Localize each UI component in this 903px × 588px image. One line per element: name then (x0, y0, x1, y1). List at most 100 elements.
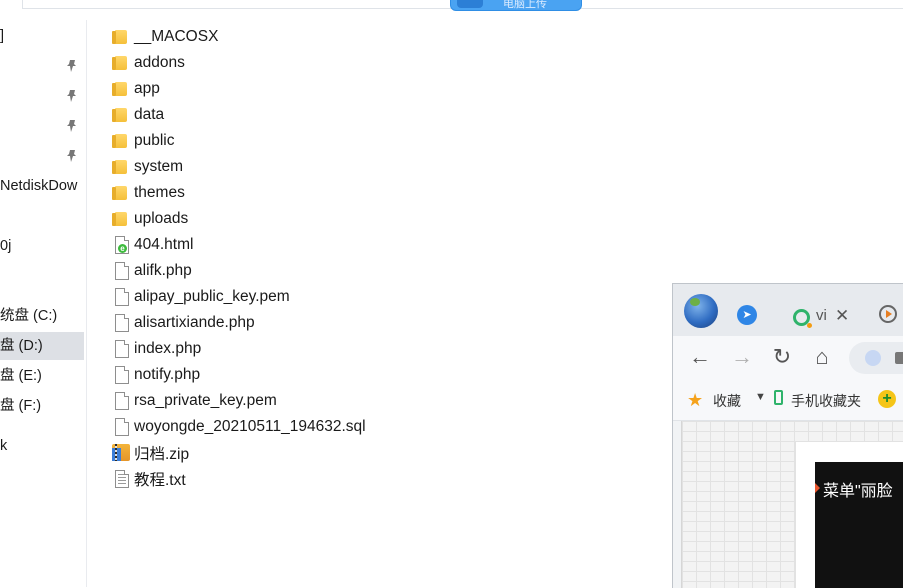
folder-icon (111, 131, 131, 151)
nav-item[interactable]: 0j (0, 232, 84, 260)
browser-logo-icon[interactable] (684, 294, 718, 328)
file-name: app (134, 80, 160, 97)
nav-item[interactable]: NetdiskDow (0, 172, 84, 200)
nav-item-label: 统盘 (C:) (0, 308, 58, 324)
nav-item[interactable]: 盘 (D:) (0, 332, 84, 360)
nav-item[interactable] (0, 142, 84, 170)
file-item[interactable]: uploads (111, 206, 188, 232)
file-item[interactable]: rsa_private_key.pem (111, 388, 277, 414)
nav-item-label: 盘 (F:) (0, 398, 42, 414)
folder-icon (111, 209, 131, 229)
file-item[interactable]: notify.php (111, 362, 200, 388)
bookmarks-bar: ★ 收藏 ▼ 手机收藏夹 + (673, 380, 903, 421)
pin-icon[interactable] (66, 89, 78, 103)
nav-item[interactable] (0, 112, 84, 140)
nav-item-label: k (0, 438, 8, 454)
file-name: notify.php (134, 366, 201, 383)
file-item[interactable]: woyongde_20210511_194632.sql (111, 414, 366, 440)
upload-button[interactable]: 电脑上传 (450, 0, 582, 11)
upload-button-label: 电脑上传 (503, 0, 547, 10)
file-icon (111, 391, 131, 411)
address-bar[interactable] (849, 342, 903, 374)
mobile-phone-icon (774, 390, 783, 405)
navigation-arrow-icon[interactable]: ➤ (737, 305, 757, 325)
file-item[interactable]: alisartixiande.php (111, 310, 255, 336)
file-icon (111, 261, 131, 281)
page-content: 菜单"丽脸 (681, 421, 903, 588)
file-name: alipay_public_key.pem (134, 288, 290, 305)
file-item[interactable]: addons (111, 50, 185, 76)
file-item[interactable]: 归档.zip (111, 440, 189, 466)
file-item[interactable]: system (111, 154, 183, 180)
folder-icon (111, 157, 131, 177)
file-item[interactable]: index.php (111, 336, 201, 362)
favorites-dropdown-icon[interactable]: ▼ (755, 391, 766, 403)
content-card: 菜单"丽脸 (795, 441, 903, 588)
nav-item[interactable]: 盘 (F:) (0, 392, 84, 420)
star-icon[interactable]: ★ (687, 391, 703, 409)
forward-icon[interactable]: → (729, 344, 755, 370)
baidu-cloud-icon (457, 0, 483, 8)
nav-item-label: 0j (0, 238, 12, 254)
pin-icon[interactable] (66, 59, 78, 73)
text-file-icon (111, 469, 131, 489)
file-name: themes (134, 184, 185, 201)
add-bookmark-icon[interactable]: + (878, 390, 896, 408)
nav-item[interactable]: 统盘 (C:) (0, 302, 84, 330)
video-player[interactable]: 菜单"丽脸 (815, 462, 903, 588)
bookmark-mobile-favorites[interactable]: 手机收藏夹 (791, 391, 861, 411)
file-item[interactable]: alipay_public_key.pem (111, 284, 290, 310)
folder-icon (111, 53, 131, 73)
nav-item[interactable] (0, 52, 84, 80)
nav-item[interactable]: 盘 (E:) (0, 362, 84, 390)
pin-icon[interactable] (66, 149, 78, 163)
file-name: 404.html (134, 236, 194, 253)
video-title: 菜单"丽脸 (823, 483, 893, 500)
security-shield-icon (865, 350, 881, 366)
file-icon (111, 287, 131, 307)
nav-item-label: NetdiskDow (0, 178, 78, 194)
file-name: addons (134, 54, 185, 71)
file-name: __MACOSX (134, 28, 219, 45)
navigation-pane: ] NetdiskDow 0j 统盘 (C:) 盘 (D:) 盘 (E:) 盘 (F:) k (0, 20, 87, 587)
file-name: woyongde_20210511_194632.sql (134, 418, 366, 435)
file-icon (111, 339, 131, 359)
file-name: index.php (134, 340, 202, 357)
back-icon[interactable]: ← (687, 344, 713, 370)
browser-window[interactable]: ➤ vi ✕ ← → ↻ ⌂ ★ 收藏 ▼ 手机收藏夹 + 菜单"丽脸 (672, 283, 903, 588)
file-name: 归档.zip (134, 446, 190, 463)
reload-icon[interactable]: ↻ (769, 344, 795, 370)
file-icon (111, 365, 131, 385)
html-file-icon: e (111, 235, 131, 255)
file-item[interactable]: e 404.html (111, 232, 193, 258)
file-icon (111, 417, 131, 437)
browser-tab-strip: ➤ vi ✕ (673, 284, 903, 336)
nav-item[interactable] (0, 82, 84, 110)
folder-icon (111, 105, 131, 125)
tab-close-icon[interactable]: ✕ (835, 303, 849, 329)
file-name: 教程.txt (134, 472, 186, 489)
file-item[interactable]: themes (111, 180, 185, 206)
file-item[interactable]: data (111, 102, 164, 128)
browser-tab[interactable]: vi ✕ (783, 303, 859, 329)
video-tab-icon[interactable] (879, 305, 897, 323)
file-item[interactable]: alifk.php (111, 258, 192, 284)
file-name: system (134, 158, 184, 175)
file-item[interactable]: app (111, 76, 160, 102)
file-item[interactable]: 教程.txt (111, 466, 186, 492)
nav-item-label: 盘 (E:) (0, 368, 42, 384)
file-item[interactable]: public (111, 128, 175, 154)
file-name: public (134, 132, 175, 149)
nav-item-label: 盘 (D:) (0, 338, 43, 354)
nav-item[interactable]: ] (0, 22, 84, 50)
nav-item[interactable]: k (0, 432, 84, 460)
folder-icon (111, 79, 131, 99)
file-name: alisartixiande.php (134, 314, 255, 331)
pin-icon[interactable] (66, 119, 78, 133)
zip-archive-icon (111, 443, 131, 463)
bookmark-favorites[interactable]: 收藏 (713, 391, 741, 411)
file-item[interactable]: __MACOSX (111, 24, 218, 50)
home-icon[interactable]: ⌂ (809, 344, 835, 370)
file-name: rsa_private_key.pem (134, 392, 277, 409)
file-name: uploads (134, 210, 189, 227)
